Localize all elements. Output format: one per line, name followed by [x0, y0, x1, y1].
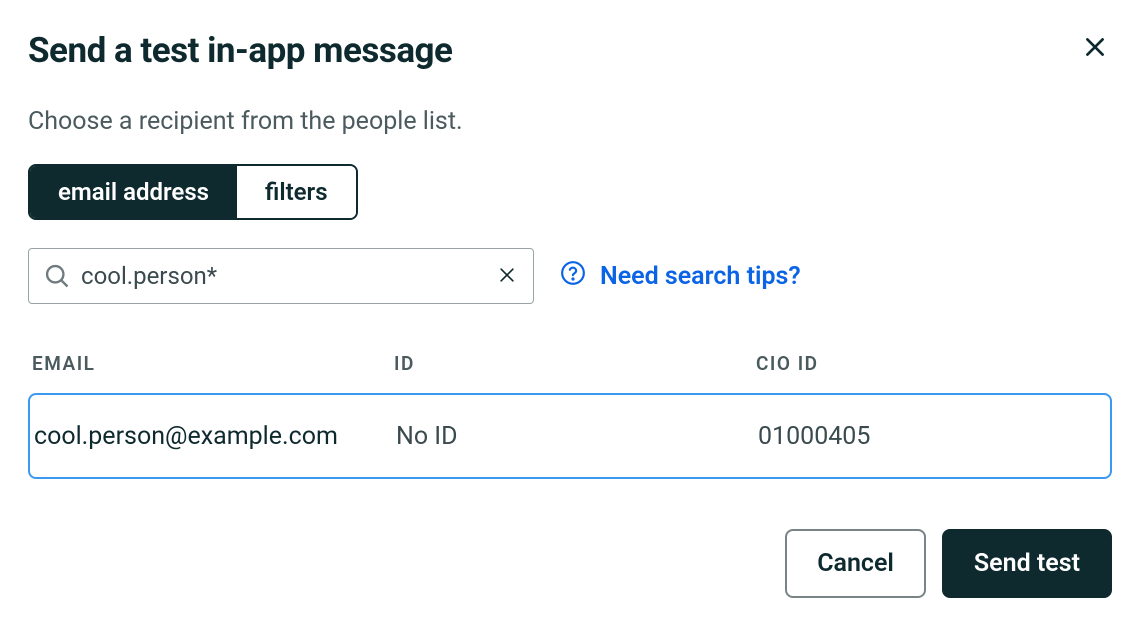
- x-icon: [497, 265, 517, 288]
- cell-cio-id: 01000405: [758, 422, 1110, 451]
- search-row: Need search tips?: [28, 248, 1112, 304]
- search-tips-link[interactable]: Need search tips?: [560, 260, 801, 293]
- modal-subtitle: Choose a recipient from the people list.: [28, 107, 1112, 136]
- modal-footer: Cancel Send test: [28, 529, 1112, 598]
- help-icon: [560, 260, 586, 293]
- cell-id: No ID: [396, 422, 758, 451]
- results-table: EMAIL ID CIO ID cool.person@example.com …: [28, 352, 1112, 479]
- modal-header: Send a test in-app message: [28, 30, 1112, 71]
- clear-search-button[interactable]: [481, 249, 533, 303]
- send-test-button[interactable]: Send test: [942, 529, 1112, 598]
- search-icon: [43, 262, 71, 290]
- search-input-container: [28, 248, 534, 304]
- table-row[interactable]: cool.person@example.com No ID 01000405: [28, 393, 1112, 479]
- segment-email-address[interactable]: email address: [30, 166, 237, 218]
- cancel-button[interactable]: Cancel: [785, 529, 926, 598]
- search-tips-label: Need search tips?: [600, 262, 801, 291]
- th-id: ID: [394, 352, 756, 375]
- segment-filters[interactable]: filters: [237, 166, 356, 218]
- th-cio-id: CIO ID: [756, 352, 1112, 375]
- table-header: EMAIL ID CIO ID: [28, 352, 1112, 393]
- close-button[interactable]: [1078, 30, 1112, 67]
- cell-email: cool.person@example.com: [34, 422, 396, 451]
- th-email: EMAIL: [32, 352, 394, 375]
- modal-title: Send a test in-app message: [28, 30, 452, 71]
- search-input[interactable]: [71, 262, 481, 290]
- close-icon: [1082, 34, 1108, 63]
- segmented-control: email address filters: [28, 164, 358, 220]
